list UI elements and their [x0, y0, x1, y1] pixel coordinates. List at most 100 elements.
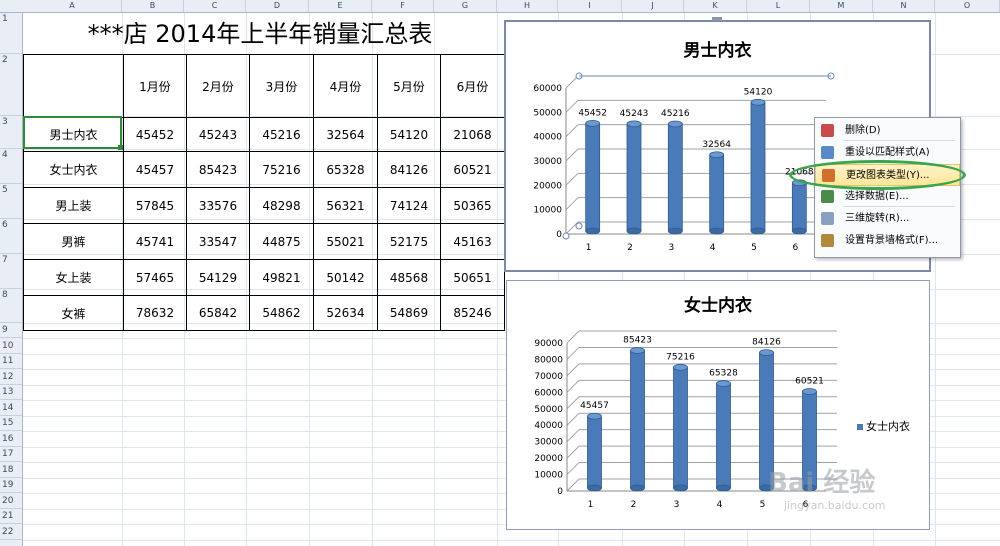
- row-label-cell[interactable]: 女上装: [23, 259, 124, 296]
- table-cell[interactable]: 60521: [440, 151, 505, 188]
- table-cell[interactable]: 21068: [440, 117, 505, 152]
- row-header-9[interactable]: 9: [0, 323, 22, 338]
- selection-handle[interactable]: [118, 145, 123, 150]
- row-label-cell[interactable]: 男裤: [23, 223, 124, 260]
- table-cell[interactable]: 45452: [123, 117, 187, 152]
- column-header-I[interactable]: I: [558, 0, 622, 12]
- table-cell[interactable]: 55021: [313, 223, 378, 260]
- table-cell[interactable]: 45163: [440, 223, 505, 260]
- bar: [791, 182, 807, 232]
- gridline-v: [935, 13, 936, 546]
- table-cell[interactable]: 57845: [123, 187, 187, 224]
- table-cell[interactable]: 84126: [377, 151, 441, 188]
- table-cell[interactable]: 54862: [249, 295, 314, 331]
- column-header-B[interactable]: B: [122, 0, 184, 12]
- bar-top: [750, 98, 766, 106]
- column-header-N[interactable]: N: [873, 0, 935, 12]
- table-cell[interactable]: 45457: [123, 151, 187, 188]
- chart-resize-handle[interactable]: [712, 17, 722, 21]
- gridline-depth: [566, 462, 580, 475]
- row-header-8[interactable]: 8: [0, 289, 22, 323]
- row-label-cell[interactable]: 女裤: [23, 295, 124, 331]
- table-cell[interactable]: 54869: [377, 295, 441, 331]
- table-header-cell[interactable]: [23, 54, 124, 118]
- table-cell[interactable]: 74124: [377, 187, 441, 224]
- context-menu-item[interactable]: 删除(D): [815, 120, 960, 142]
- table-cell[interactable]: 85246: [440, 295, 505, 331]
- row-header-12[interactable]: 12: [0, 369, 22, 385]
- table-cell[interactable]: 45741: [123, 223, 187, 260]
- column-header-J[interactable]: J: [622, 0, 684, 12]
- row-header-13[interactable]: 13: [0, 385, 22, 400]
- gridline-depth: [565, 197, 579, 211]
- table-cell[interactable]: 44875: [249, 223, 314, 260]
- row-header-20[interactable]: 20: [0, 493, 22, 509]
- table-cell[interactable]: 65842: [186, 295, 250, 331]
- bar: [667, 123, 683, 232]
- table-cell[interactable]: 32564: [313, 117, 378, 152]
- plot-area-handle[interactable]: [575, 222, 583, 230]
- table-header-cell[interactable]: 2月份: [186, 54, 250, 118]
- row-header-21[interactable]: 21: [0, 509, 22, 524]
- y-tick-label: 50000: [534, 405, 563, 415]
- table-header-cell[interactable]: 1月份: [123, 54, 187, 118]
- table-cell[interactable]: 49821: [249, 259, 314, 296]
- row-header-11[interactable]: 11: [0, 354, 22, 369]
- table-cell[interactable]: 78632: [123, 295, 187, 331]
- sheet-title[interactable]: ***店 2014年上半年销量汇总表: [23, 14, 497, 54]
- table-cell[interactable]: 54129: [186, 259, 250, 296]
- column-header-M[interactable]: M: [810, 0, 873, 12]
- row-header-22[interactable]: 22: [0, 524, 22, 540]
- table-cell[interactable]: 56321: [313, 187, 378, 224]
- y-tick-label: 80000: [534, 355, 563, 365]
- column-header-O[interactable]: O: [935, 0, 1000, 12]
- column-header-D[interactable]: D: [246, 0, 309, 12]
- row-header-14[interactable]: 14: [0, 400, 22, 416]
- table-header-cell[interactable]: 4月份: [313, 54, 378, 118]
- table-cell[interactable]: 33576: [186, 187, 250, 224]
- bar-base: [750, 227, 766, 235]
- row-header-16[interactable]: 16: [0, 431, 22, 447]
- row-header-19[interactable]: 19: [0, 478, 22, 493]
- row-header-18[interactable]: 18: [0, 462, 22, 478]
- table-cell[interactable]: 48298: [249, 187, 314, 224]
- table-cell[interactable]: 54120: [377, 117, 441, 152]
- table-cell[interactable]: 50142: [313, 259, 378, 296]
- table-cell[interactable]: 33547: [186, 223, 250, 260]
- row-header-10[interactable]: 10: [0, 338, 22, 354]
- table-cell[interactable]: 52634: [313, 295, 378, 331]
- column-header-H[interactable]: H: [497, 0, 558, 12]
- table-cell[interactable]: 45216: [249, 117, 314, 152]
- table-cell[interactable]: 45243: [186, 117, 250, 152]
- row-header-17[interactable]: 17: [0, 447, 22, 462]
- table-cell[interactable]: 57465: [123, 259, 187, 296]
- table-cell[interactable]: 50651: [440, 259, 505, 296]
- context-menu-item[interactable]: 三维旋转(R)...: [815, 208, 960, 230]
- y-tick-label: 70000: [534, 372, 563, 382]
- table-header-cell[interactable]: 6月份: [440, 54, 505, 118]
- table-cell[interactable]: 52175: [377, 223, 441, 260]
- column-header-L[interactable]: L: [747, 0, 810, 12]
- table-cell[interactable]: 50365: [440, 187, 505, 224]
- table-cell[interactable]: 48568: [377, 259, 441, 296]
- column-header-F[interactable]: F: [372, 0, 434, 12]
- column-header-E[interactable]: E: [309, 0, 372, 12]
- column-header-A[interactable]: A: [23, 0, 122, 12]
- table-header-cell[interactable]: 3月份: [249, 54, 314, 118]
- context-menu-item[interactable]: 设置背景墙格式(F)...: [815, 230, 960, 252]
- column-header-G[interactable]: G: [434, 0, 497, 12]
- table-cell[interactable]: 65328: [313, 151, 378, 188]
- table-cell[interactable]: 85423: [186, 151, 250, 188]
- y-tick-label: 10000: [533, 206, 562, 216]
- plot-area-handle[interactable]: [562, 232, 570, 240]
- row-label-cell[interactable]: 男上装: [23, 187, 124, 224]
- highlight-ellipse: [789, 160, 966, 190]
- row-label-cell[interactable]: 女士内衣: [23, 151, 124, 188]
- table-header-cell[interactable]: 5月份: [377, 54, 441, 118]
- column-header-K[interactable]: K: [684, 0, 747, 12]
- table-cell[interactable]: 75216: [249, 151, 314, 188]
- y-tick-label: 90000: [534, 339, 563, 349]
- column-header-C[interactable]: C: [184, 0, 246, 12]
- bar-top: [802, 388, 817, 395]
- row-header-15[interactable]: 15: [0, 416, 22, 431]
